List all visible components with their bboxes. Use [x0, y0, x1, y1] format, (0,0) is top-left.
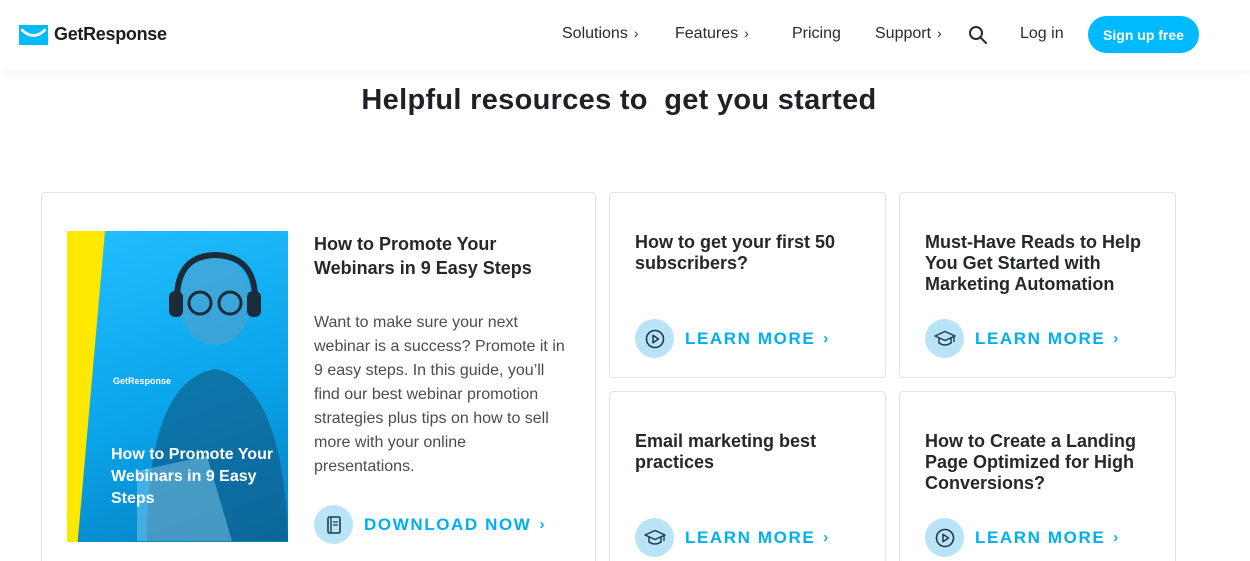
chevron-right-icon: ›	[937, 25, 942, 41]
cta-label: LEARN MORE	[685, 527, 816, 547]
cta-icon-circle	[314, 505, 353, 544]
envelope-logo-icon	[19, 24, 48, 45]
resource-card[interactable]: How to Create a Landing Page Optimized f…	[899, 391, 1176, 561]
resource-card[interactable]: Must-Have Reads to Help You Get Started …	[899, 192, 1176, 378]
heading-text: Helpful resources to	[361, 84, 648, 116]
learn-more-button[interactable]: LEARN MORE ›	[635, 518, 828, 557]
cta-label: DOWNLOAD NOW	[364, 514, 532, 534]
resource-title[interactable]: Email marketing best practices	[635, 431, 870, 473]
resource-title[interactable]: Must-Have Reads to Help You Get Started …	[925, 232, 1160, 295]
cover-logo: GetResponse	[113, 376, 172, 386]
logo[interactable]: GetResponse	[19, 24, 167, 45]
chevron-right-icon: ›	[1113, 330, 1119, 347]
cover-title: How to Promote Your Webinars in 9 Easy S…	[111, 446, 274, 507]
book-icon	[326, 515, 341, 534]
featured-description: Want to make sure your next webinar is a…	[314, 314, 565, 475]
nav-label: Pricing	[792, 25, 841, 42]
cta-label: LEARN MORE	[685, 328, 816, 348]
search-icon[interactable]	[968, 25, 988, 45]
resource-card[interactable]: How to get your first 50 subscribers? LE…	[609, 192, 886, 378]
graduation-cap-icon	[933, 330, 956, 346]
nav-support[interactable]: Support ›	[875, 25, 942, 43]
nav-label: Solutions	[562, 25, 628, 42]
heading-highlight: get you started	[656, 84, 888, 117]
nav-label: Support	[875, 25, 932, 42]
site-header: GetResponse Solutions › Features › Pricing…	[0, 0, 1250, 70]
nav-solutions[interactable]: Solutions ›	[562, 25, 639, 43]
cta-icon-circle	[925, 518, 964, 557]
nav-pricing[interactable]: Pricing	[792, 25, 841, 43]
chevron-right-icon: ›	[633, 25, 639, 41]
graduation-cap-icon	[643, 529, 666, 545]
signup-button[interactable]: Sign up free	[1088, 16, 1199, 53]
cta-label: LEARN MORE	[975, 527, 1106, 547]
logo-text: GetResponse	[54, 24, 167, 44]
cta-icon-circle	[635, 518, 674, 557]
resource-title[interactable]: How to get your first 50 subscribers?	[635, 232, 870, 274]
chevron-right-icon: ›	[823, 330, 829, 347]
learn-more-button[interactable]: LEARN MORE ›	[925, 518, 1118, 557]
cover-stripe	[67, 231, 105, 542]
section-heading: Helpful resources to get you started	[0, 84, 1250, 117]
learn-more-button[interactable]: LEARN MORE ›	[925, 319, 1118, 358]
chevron-right-icon: ›	[539, 516, 545, 533]
nav-label: Features	[675, 25, 739, 42]
featured-title[interactable]: How to Promote Your Webinars in 9 Easy S…	[314, 232, 564, 280]
play-icon	[935, 528, 954, 547]
chevron-right-icon: ›	[823, 529, 829, 546]
resource-title[interactable]: How to Create a Landing Page Optimized f…	[925, 431, 1160, 494]
play-icon	[645, 329, 664, 348]
chevron-right-icon: ›	[1113, 529, 1119, 546]
resource-card[interactable]: Email marketing best practices LEARN MOR…	[609, 391, 886, 561]
cta-icon-circle	[925, 319, 964, 358]
cta-label: LEARN MORE	[975, 328, 1106, 348]
cta-icon-circle	[635, 319, 674, 358]
chevron-right-icon: ›	[744, 25, 749, 41]
nav-features[interactable]: Features ›	[675, 25, 749, 43]
ebook-cover-image[interactable]: GetResponse How to Promote Your Webinars…	[67, 231, 288, 542]
download-now-button[interactable]: DOWNLOAD NOW ›	[314, 505, 544, 544]
login-link[interactable]: Log in	[1020, 25, 1064, 43]
featured-resource-card[interactable]: GetResponse How to Promote Your Webinars…	[41, 192, 596, 561]
learn-more-button[interactable]: LEARN MORE ›	[635, 319, 828, 358]
